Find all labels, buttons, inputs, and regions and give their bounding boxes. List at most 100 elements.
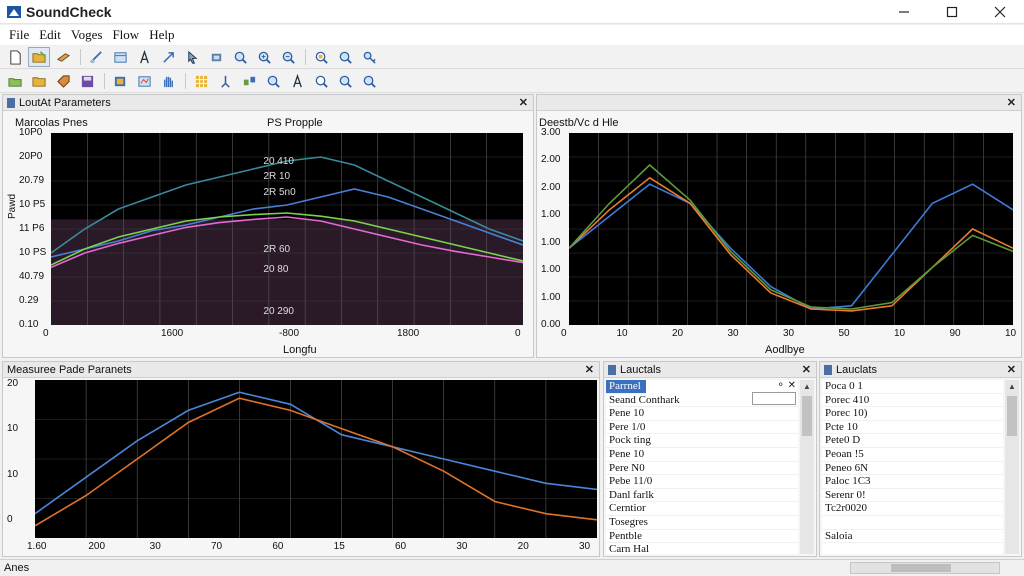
x-tick-label: 200 <box>88 541 106 552</box>
chip-button[interactable] <box>205 47 227 67</box>
arrow-button[interactable] <box>157 47 179 67</box>
list-item[interactable] <box>822 516 1003 530</box>
chart-plot-area[interactable] <box>35 380 597 538</box>
horizontal-scrollbar[interactable] <box>850 562 1000 574</box>
list-item[interactable]: Pere N0 <box>606 462 798 476</box>
chart-plot-area[interactable]: 20 410 2R 10 2R 5n0 2R 60 20 80 20 290 <box>51 133 523 325</box>
list-item[interactable]: Pock ting <box>606 434 798 448</box>
zoom-out-button[interactable] <box>277 47 299 67</box>
link-icon <box>89 50 102 63</box>
zoom-in-icon <box>339 75 352 88</box>
list-toolbar-icons[interactable]: ⚬ ✕ <box>776 380 796 391</box>
hand-button[interactable] <box>157 71 179 91</box>
text-button[interactable] <box>286 71 308 91</box>
list-item[interactable]: Saloia <box>822 530 1003 544</box>
y-tick-label: 3.00 <box>541 127 561 138</box>
list-item[interactable]: Porec 410 <box>822 394 1003 408</box>
text-tool-button[interactable] <box>133 47 155 67</box>
close-icon <box>994 6 1006 18</box>
find-button[interactable] <box>334 47 356 67</box>
pointer-button[interactable] <box>181 47 203 67</box>
pin-button[interactable] <box>214 71 236 91</box>
new-document-button[interactable] <box>4 47 26 67</box>
maximize-button[interactable] <box>928 0 976 24</box>
list-item[interactable]: Pere 1/0 <box>606 421 798 435</box>
tag-button[interactable] <box>52 71 74 91</box>
search-button-2[interactable] <box>358 71 380 91</box>
hscroll-thumb[interactable] <box>891 564 951 572</box>
list-item[interactable]: Serenr 0! <box>822 489 1003 503</box>
export-button[interactable] <box>109 71 131 91</box>
panel-close-button[interactable]: ✕ <box>585 363 594 376</box>
scroll-up-arrow-icon[interactable]: ▲ <box>1005 380 1019 394</box>
list-item[interactable]: Carn Hal <box>606 543 798 554</box>
zoom-in-button-2[interactable] <box>334 71 356 91</box>
close-button[interactable] <box>976 0 1024 24</box>
x-tick-label: 60 <box>272 541 284 552</box>
network-button[interactable] <box>238 71 260 91</box>
list-item[interactable]: Poca 0 1 <box>822 380 1003 394</box>
grid-button[interactable] <box>190 71 212 91</box>
zoom-in-button[interactable] <box>253 47 275 67</box>
scroll-thumb[interactable] <box>802 396 812 436</box>
panel-close-button[interactable]: ✕ <box>519 96 528 109</box>
menu-help[interactable]: Help <box>144 27 179 43</box>
list-item[interactable]: Pcte 10 <box>822 421 1003 435</box>
panel-measure-parameters: Measuree Pade Paranets ✕ 20 10 10 0 1.60 200… <box>2 361 600 557</box>
probe-button[interactable] <box>262 71 284 91</box>
search-button[interactable] <box>229 47 251 67</box>
open-button[interactable] <box>28 47 50 67</box>
link-button[interactable] <box>85 47 107 67</box>
list-item[interactable]: Peneo 6N <box>822 462 1003 476</box>
key-button[interactable] <box>358 47 380 67</box>
list-item[interactable]: Porec 10) <box>822 407 1003 421</box>
key-icon <box>363 51 376 64</box>
menu-flow[interactable]: Flow <box>107 27 144 43</box>
x-tick-label: 30 <box>579 541 591 552</box>
window-button[interactable] <box>109 47 131 67</box>
scroll-thumb[interactable] <box>1007 396 1017 436</box>
folder-button[interactable] <box>28 71 50 91</box>
menu-file[interactable]: File <box>4 27 34 43</box>
panel-loutat-parameters: LoutAt Parameters ✕ Marcolas Pnes PS Pro… <box>2 94 534 358</box>
open-file-button[interactable] <box>4 71 26 91</box>
y-tick-label: 11 P6 <box>19 223 45 234</box>
magnify-button[interactable] <box>310 71 332 91</box>
panel-header: Lauctals <box>604 362 816 378</box>
chart-annotation: 2R 10 <box>263 171 291 183</box>
folder-icon <box>31 76 46 87</box>
chart-plot-area[interactable] <box>569 133 1013 325</box>
zoom-fit-button[interactable] <box>310 47 332 67</box>
x-tick-label: 10 <box>894 328 906 339</box>
edit-button[interactable] <box>52 47 74 67</box>
vertical-scrollbar[interactable]: ▲ <box>1005 380 1019 554</box>
list-item[interactable]: Cerntior <box>606 502 798 516</box>
filter-button[interactable] <box>133 71 155 91</box>
list-value-field[interactable] <box>752 392 796 405</box>
toolbar-separator <box>185 73 186 89</box>
panel-close-button[interactable]: ✕ <box>802 363 811 376</box>
list-item[interactable]: Peoan !5 <box>822 448 1003 462</box>
panel-close-button[interactable]: ✕ <box>1007 363 1016 376</box>
list-item[interactable]: Tc2r0020 <box>822 502 1003 516</box>
menu-voges[interactable]: Voges <box>66 27 108 43</box>
list-item[interactable]: Pene 10 <box>606 448 798 462</box>
save-button[interactable] <box>76 71 98 91</box>
minimize-button[interactable] <box>880 0 928 24</box>
list-item[interactable]: Pene 10 <box>606 407 798 421</box>
vertical-scrollbar[interactable]: ▲ <box>800 380 814 554</box>
list-item[interactable]: Parrnel <box>606 380 646 394</box>
panel-close-button[interactable]: ✕ <box>1007 96 1016 109</box>
scroll-up-arrow-icon[interactable]: ▲ <box>800 380 814 394</box>
hand-icon <box>163 76 173 87</box>
list-item[interactable]: Tosegres <box>606 516 798 530</box>
x-tick-label: 1800 <box>397 328 420 339</box>
list-item[interactable]: Pebe 11/0 <box>606 475 798 489</box>
list-item[interactable]: Pentble <box>606 530 798 544</box>
menu-edit[interactable]: Edit <box>34 27 66 43</box>
list-item[interactable]: Paloc 1C3 <box>822 475 1003 489</box>
list-item[interactable]: Pete0 D <box>822 434 1003 448</box>
list-item[interactable]: Danl farlk <box>606 489 798 503</box>
series-line-1 <box>35 397 597 527</box>
y-tick-label: 10 <box>7 423 19 435</box>
